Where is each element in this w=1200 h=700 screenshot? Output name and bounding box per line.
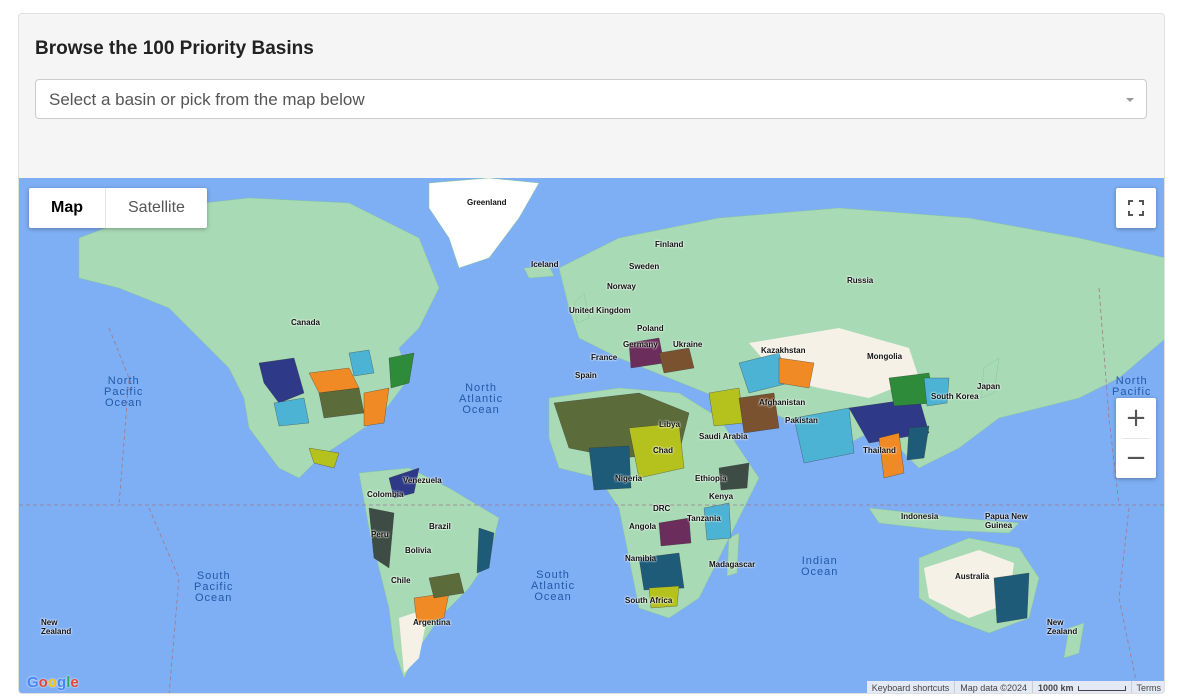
- label-russia: Russia: [847, 276, 874, 285]
- label-ethiopia: Ethiopia: [695, 474, 727, 483]
- label-australia: Australia: [955, 572, 990, 581]
- label-colombia: Colombia: [367, 490, 404, 499]
- label-chad: Chad: [653, 446, 673, 455]
- panel-title: Browse the 100 Priority Basins: [35, 38, 314, 59]
- label-north-pacific-ocean-right: North Pacific: [1112, 375, 1152, 398]
- label-sweden: Sweden: [629, 262, 660, 271]
- basin-select-placeholder: Select a basin or pick from the map belo…: [49, 90, 365, 109]
- label-drc: DRC: [653, 504, 671, 513]
- label-south-pacific-ocean: South Pacific Ocean: [194, 570, 234, 604]
- keyboard-shortcuts-link[interactable]: Keyboard shortcuts: [867, 681, 955, 693]
- boundary-line: [1118, 507, 1139, 693]
- label-tanzania: Tanzania: [687, 514, 721, 523]
- label-pakistan: Pakistan: [785, 416, 818, 425]
- label-bolivia: Bolivia: [405, 546, 432, 555]
- basin-shape: [308, 447, 340, 469]
- map-type-map-button[interactable]: Map: [29, 188, 105, 228]
- boundary-line: [108, 327, 130, 506]
- label-argentina: Argentina: [413, 618, 451, 627]
- land-south-america: [358, 467, 500, 679]
- scale-indicator[interactable]: 1000 km: [1031, 681, 1131, 693]
- label-angola: Angola: [629, 522, 657, 531]
- label-madagascar: Madagascar: [709, 560, 756, 569]
- label-finland: Finland: [655, 240, 684, 249]
- basin-shape: [388, 352, 415, 389]
- label-iceland: Iceland: [531, 260, 559, 269]
- land-greenland: [428, 178, 540, 269]
- map-data-text: Map data ©2024: [954, 681, 1032, 693]
- label-kenya: Kenya: [709, 492, 734, 501]
- label-indonesia: Indonesia: [901, 512, 939, 521]
- world-map[interactable]: North Pacific Ocean North Atlantic Ocean Sou…: [19, 178, 1165, 694]
- label-brazil: Brazil: [429, 522, 451, 531]
- label-libya: Libya: [659, 420, 680, 429]
- zoom-in-button[interactable]: +: [1116, 398, 1156, 438]
- label-south-atlantic-ocean: South Atlantic Ocean: [531, 569, 576, 603]
- label-greenland: Greenland: [467, 198, 507, 207]
- label-kazakhstan: Kazakhstan: [761, 346, 806, 355]
- label-south-africa: South Africa: [625, 596, 673, 605]
- label-south-korea: South Korea: [931, 392, 979, 401]
- basin-shape: [476, 527, 495, 574]
- basin-shape: [318, 387, 365, 419]
- zoom-control: + −: [1116, 398, 1156, 478]
- label-chile: Chile: [391, 576, 411, 585]
- terms-link[interactable]: Terms: [1130, 681, 1165, 693]
- label-afghanistan: Afghanistan: [759, 398, 806, 407]
- land-madagascar: [726, 532, 740, 577]
- label-north-atlantic-ocean: North Atlantic Ocean: [459, 382, 504, 416]
- basin-shape: [993, 572, 1030, 624]
- label-north-pacific-ocean: North Pacific Ocean: [104, 375, 144, 409]
- label-new-zealand-right: New Zealand: [1047, 618, 1078, 636]
- zoom-separator: [1122, 438, 1150, 439]
- scale-label: 1000 km: [1037, 683, 1074, 693]
- fullscreen-button[interactable]: [1116, 188, 1156, 228]
- label-venezuela: Venezuela: [403, 476, 442, 485]
- scale-bar: [1077, 686, 1126, 692]
- basin-select[interactable]: Select a basin or pick from the map belo…: [35, 79, 1147, 119]
- label-namibia: Namibia: [625, 554, 657, 563]
- label-mongolia: Mongolia: [867, 352, 903, 361]
- label-spain: Spain: [575, 371, 597, 380]
- basin-shape: [778, 357, 815, 389]
- label-new-zealand-left: New Zealand: [41, 618, 72, 636]
- basin-shape: [588, 445, 632, 491]
- map-type-control: Map Satellite: [29, 188, 207, 228]
- fullscreen-icon: [1128, 200, 1144, 216]
- label-nigeria: Nigeria: [615, 474, 643, 483]
- basin-browser-panel: Browse the 100 Priority Basins Select a …: [18, 13, 1165, 694]
- label-germany: Germany: [623, 340, 658, 349]
- label-thailand: Thailand: [863, 446, 896, 455]
- google-logo[interactable]: Google: [27, 674, 79, 691]
- label-canada: Canada: [291, 318, 320, 327]
- label-japan: Japan: [977, 382, 1001, 391]
- boundary-line: [148, 507, 180, 693]
- label-indian-ocean: Indian Ocean: [801, 555, 839, 578]
- label-peru: Peru: [371, 530, 389, 539]
- basin-shape: [708, 387, 745, 427]
- land-north-america: [78, 197, 440, 479]
- label-poland: Poland: [637, 324, 664, 333]
- basin-shape: [363, 387, 390, 427]
- label-ukraine: Ukraine: [673, 340, 703, 349]
- label-united-kingdom: United Kingdom: [569, 306, 631, 315]
- zoom-out-button[interactable]: −: [1116, 438, 1156, 478]
- basin-shape: [273, 397, 310, 427]
- label-france: France: [591, 353, 618, 362]
- attribution-bar: Keyboard shortcuts Map data ©2024 1000 k…: [866, 681, 1165, 693]
- label-norway: Norway: [607, 282, 636, 291]
- label-saudi-arabia: Saudi Arabia: [699, 432, 748, 441]
- chevron-down-icon: [1126, 98, 1134, 102]
- label-papua-new-guinea: Papua New Guinea: [985, 512, 1028, 530]
- map-canvas[interactable]: [19, 178, 1165, 694]
- map-type-satellite-button[interactable]: Satellite: [105, 188, 207, 228]
